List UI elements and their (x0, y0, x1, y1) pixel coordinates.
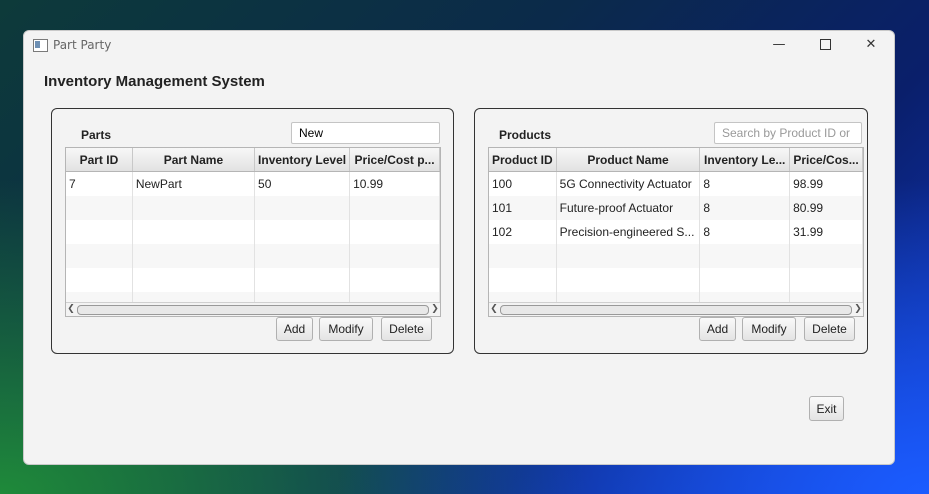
minimize-button[interactable]: — (756, 31, 802, 61)
window-title: Part Party (53, 38, 112, 52)
column-header-part-name[interactable]: Part Name (132, 148, 256, 172)
products-table[interactable]: Product ID Product Name Inventory Le... … (488, 147, 864, 317)
scroll-left-icon[interactable]: ❮ (66, 303, 76, 316)
empty-row (489, 244, 863, 268)
page-title: Inventory Management System (44, 73, 265, 90)
empty-row (66, 196, 440, 220)
exit-button[interactable]: Exit (809, 396, 844, 421)
cell-product-name: 5G Connectivity Actuator (556, 171, 701, 196)
column-header-product-id[interactable]: Product ID (489, 148, 557, 172)
close-icon: ✕ (865, 37, 877, 52)
minimize-icon: — (772, 37, 786, 52)
cell-product-name: Precision-engineered S... (556, 220, 701, 244)
cell-price: 31.99 (789, 220, 863, 244)
products-modify-button[interactable]: Modify (742, 317, 796, 341)
products-delete-button[interactable]: Delete (804, 317, 855, 341)
title-bar[interactable]: Part Party — ✕ (24, 31, 894, 61)
cell-part-name: NewPart (132, 171, 256, 196)
cell-inventory: 8 (699, 196, 791, 220)
parts-label: Parts (81, 128, 112, 142)
parts-pane: Parts Part ID Part Name Inventory Level … (51, 108, 454, 354)
empty-row (489, 268, 863, 292)
table-row[interactable]: 101 Future-proof Actuator 8 80.99 (489, 196, 863, 220)
cell-inventory: 8 (699, 171, 791, 196)
products-add-button[interactable]: Add (699, 317, 736, 341)
main-window: Part Party — ✕ Inventory Management Syst… (23, 30, 895, 465)
maximize-icon (819, 39, 831, 50)
cell-price: 80.99 (789, 196, 863, 220)
cell-product-id: 100 (489, 171, 557, 196)
cell-inventory: 50 (254, 171, 351, 196)
products-label: Products (499, 128, 552, 142)
column-header-part-id[interactable]: Part ID (66, 148, 133, 172)
parts-delete-button[interactable]: Delete (381, 317, 432, 341)
close-button[interactable]: ✕ (848, 31, 894, 61)
column-header-price[interactable]: Price/Cost p... (349, 148, 440, 172)
cell-part-id: 7 (66, 171, 133, 196)
table-row[interactable]: 100 5G Connectivity Actuator 8 98.99 (489, 171, 863, 196)
column-header-product-name[interactable]: Product Name (556, 148, 701, 172)
parts-modify-button[interactable]: Modify (319, 317, 373, 341)
table-row[interactable]: 7 NewPart 50 10.99 (66, 171, 440, 196)
column-header-price[interactable]: Price/Cos... (789, 148, 863, 172)
column-header-inventory-level[interactable]: Inventory Le... (699, 148, 791, 172)
app-icon (33, 39, 48, 52)
empty-row (66, 268, 440, 292)
cell-product-id: 102 (489, 220, 557, 244)
cell-price: 10.99 (349, 171, 440, 196)
cell-price: 98.99 (789, 171, 863, 196)
scroll-thumb[interactable] (77, 305, 429, 315)
scroll-thumb[interactable] (500, 305, 852, 315)
cell-product-id: 101 (489, 196, 557, 220)
products-search-input[interactable] (714, 122, 862, 144)
parts-search-input[interactable] (291, 122, 440, 144)
parts-horizontal-scrollbar[interactable]: ❮ ❯ (66, 302, 440, 316)
maximize-button[interactable] (802, 31, 848, 61)
parts-header-row: Part ID Part Name Inventory Level Price/… (66, 148, 440, 172)
products-pane: Products Product ID Product Name Invento… (474, 108, 868, 354)
empty-row (66, 220, 440, 244)
products-horizontal-scrollbar[interactable]: ❮ ❯ (489, 302, 863, 316)
scroll-left-icon[interactable]: ❮ (489, 303, 499, 316)
products-header-row: Product ID Product Name Inventory Le... … (489, 148, 863, 172)
column-header-inventory-level[interactable]: Inventory Level (254, 148, 351, 172)
parts-table[interactable]: Part ID Part Name Inventory Level Price/… (65, 147, 441, 317)
scroll-right-icon[interactable]: ❯ (430, 303, 440, 316)
cell-inventory: 8 (699, 220, 791, 244)
scroll-right-icon[interactable]: ❯ (853, 303, 863, 316)
cell-product-name: Future-proof Actuator (556, 196, 701, 220)
parts-add-button[interactable]: Add (276, 317, 313, 341)
empty-row (66, 244, 440, 268)
table-row[interactable]: 102 Precision-engineered S... 8 31.99 (489, 220, 863, 244)
